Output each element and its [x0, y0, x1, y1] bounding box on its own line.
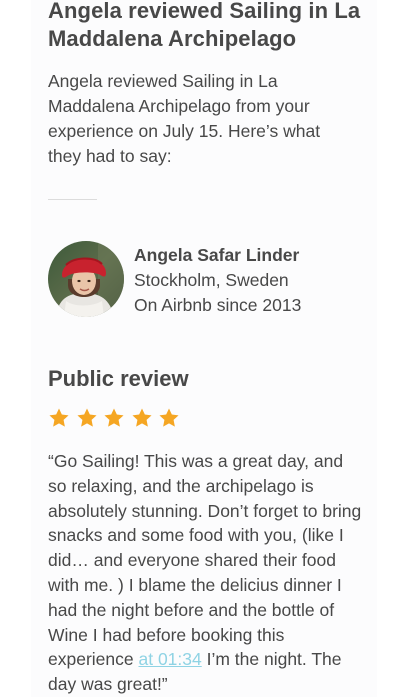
- review-page: Angela reviewed Sailing in La Maddalena …: [0, 0, 408, 697]
- star-icon: [159, 408, 179, 427]
- star-rating: [48, 407, 180, 429]
- timestamp-link[interactable]: at 01:34: [138, 649, 201, 669]
- review-text-body: “Go Sailing! This was a great day, and s…: [48, 451, 362, 670]
- star-icon: [76, 408, 97, 427]
- avatar[interactable]: [48, 241, 124, 317]
- profile-photo-icon: [48, 241, 124, 317]
- host-location: Stockholm, Sweden: [134, 270, 289, 290]
- review-intro: Angela reviewed Sailing in La Maddalena …: [48, 71, 321, 166]
- divider: [48, 199, 97, 200]
- review-heading: Angela reviewed Sailing in La Maddalena …: [48, 0, 361, 51]
- public-review-title: Public review: [48, 366, 189, 391]
- star-icon: [49, 408, 69, 427]
- star-icon: [131, 408, 152, 427]
- host-name[interactable]: Angela Safar Linder: [134, 243, 299, 267]
- host-member-since: On Airbnb since 2013: [134, 295, 302, 315]
- review-text: “Go Sailing! This was a great day, and s…: [48, 449, 363, 697]
- star-icon: [104, 408, 124, 427]
